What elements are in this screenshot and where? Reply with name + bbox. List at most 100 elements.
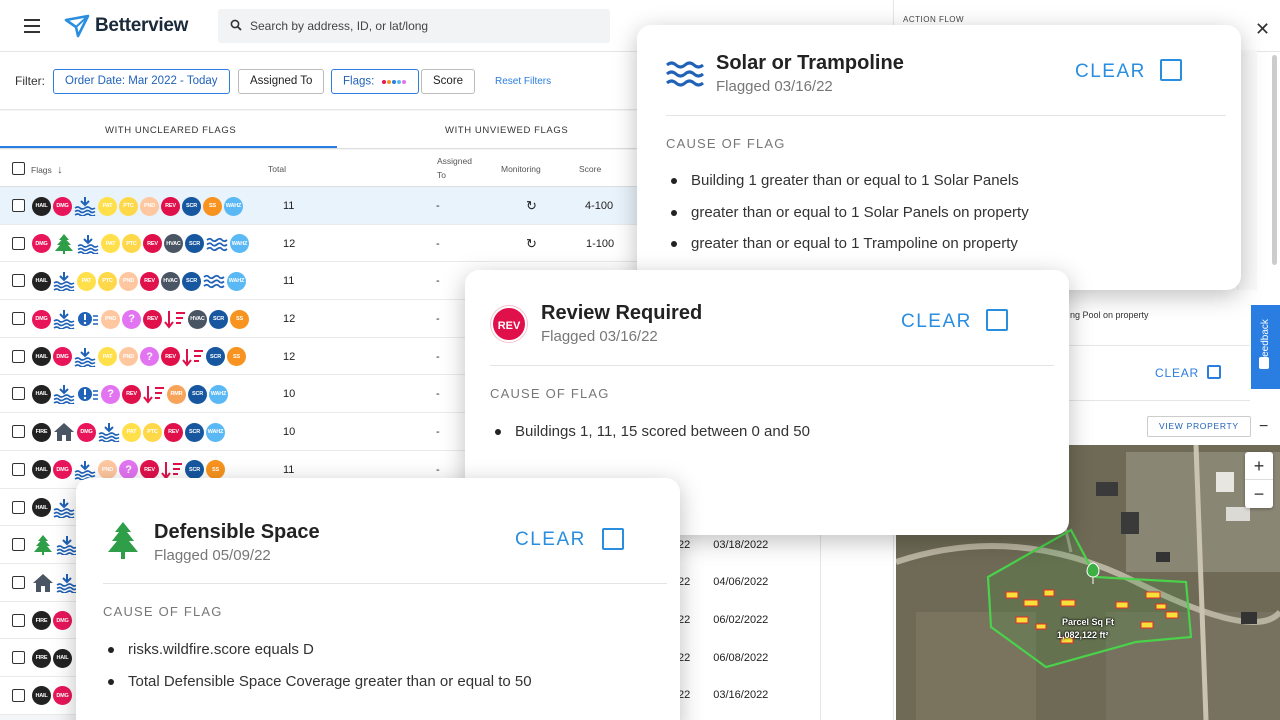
column-total[interactable]: Total [268, 164, 286, 174]
row-checkbox[interactable] [12, 349, 25, 363]
ptc-flag-icon: PTC [122, 234, 141, 254]
score-flag-icon: SCR [185, 234, 204, 254]
score-filter[interactable]: Score [421, 69, 476, 94]
score-flag-icon: SCR [188, 384, 207, 404]
order-date-filter[interactable]: Order Date: Mar 2022 - Today [53, 69, 230, 94]
row-checkbox[interactable] [12, 500, 25, 514]
table-row[interactable]: DMG PAT PTC REV HVAC SCR WAHZ 12 - ↻ 1-1… [0, 224, 640, 263]
row-checkbox[interactable] [12, 236, 25, 250]
column-monitoring[interactable]: Monitoring [501, 164, 541, 174]
fire-flag-icon: FIRE [32, 611, 51, 631]
card-title: Solar or Trampoline [716, 52, 904, 74]
row-checkbox[interactable] [12, 538, 25, 552]
flood-zone-icon [98, 423, 120, 443]
tree-icon [55, 233, 73, 254]
review-flag-icon: REV [122, 384, 141, 404]
solar-trampoline-card: Solar or Trampoline Flagged 03/16/22 CLE… [637, 25, 1241, 290]
monitoring-icon: ↻ [526, 235, 537, 251]
patio-flag-icon: PAT [122, 422, 141, 442]
collapse-icon[interactable]: − [1259, 418, 1268, 436]
table-row[interactable]: HAIL DMG PAT PTC PND REV SCR SS WAHZ 11 … [0, 187, 640, 225]
column-assigned-label: Assigned [437, 156, 472, 166]
zoom-out-button[interactable]: − [1245, 480, 1273, 508]
damage-flag-icon: DMG [77, 422, 96, 442]
wahz-flag-icon: WAHZ [224, 196, 243, 216]
defensible-space-card: Defensible Space Flagged 05/09/22 CLEAR … [76, 478, 680, 720]
scrollbar[interactable] [1272, 55, 1277, 265]
row-checkbox[interactable] [12, 462, 25, 476]
view-property-button[interactable]: VIEW PROPERTY [1147, 416, 1251, 437]
ptc-flag-icon: PTC [143, 422, 162, 442]
assigned-cell: - [436, 200, 440, 212]
cause-item: greater than or equal to 1 Trampoline on… [666, 235, 1029, 267]
row-checkbox[interactable] [12, 575, 25, 589]
row-checkbox[interactable] [12, 613, 25, 627]
ss-flag-icon: SS [203, 196, 222, 216]
divider [103, 583, 667, 584]
clear-checkbox[interactable] [602, 528, 624, 550]
hail-flag-icon: HAIL [32, 271, 51, 291]
flags-filter[interactable]: Flags: [331, 69, 419, 94]
monitoring-icon: ↻ [526, 198, 537, 213]
assigned-cell: - [436, 275, 440, 288]
row-checkbox[interactable] [12, 274, 25, 288]
total-cell: 10 [283, 426, 296, 439]
logo[interactable]: Betterview [64, 14, 188, 38]
row-checkbox[interactable] [12, 387, 25, 401]
flag-list: FIRE HAIL [32, 648, 72, 668]
tree-icon [34, 535, 52, 556]
tab-uncleared-flags[interactable]: WITH UNCLEARED FLAGS [105, 125, 236, 136]
close-icon[interactable]: ✕ [1255, 19, 1270, 40]
flag-list: HAIL DMG PAT PTC PND REV SCR SS WAHZ [32, 196, 243, 216]
select-all-checkbox[interactable] [12, 162, 25, 175]
column-assigned-to[interactable]: Assigned To [437, 156, 472, 184]
assigned-to-filter[interactable]: Assigned To [238, 69, 325, 94]
divider [490, 365, 1054, 366]
row-checkbox[interactable] [12, 425, 25, 439]
column-flags-label: Flags [31, 165, 52, 175]
column-flags[interactable]: Flags ↓ [31, 164, 63, 176]
card-flagged-date: Flagged 05/09/22 [154, 547, 271, 564]
damage-flag-icon: DMG [53, 460, 72, 480]
score-cell: 1-100 [586, 237, 615, 250]
flag-list: HAIL DMG PAT PND ? REV SCR SS [32, 347, 246, 367]
date-cell-row: 22 04/06/2022 [678, 576, 769, 588]
search-input[interactable] [250, 9, 600, 43]
clear-checkbox[interactable] [1160, 59, 1182, 81]
review-flag-icon: REV [143, 309, 162, 329]
cause-of-flag-heading: CAUSE OF FLAG [490, 386, 610, 401]
row-checkbox[interactable] [12, 199, 25, 212]
map-zoom-control: + − [1245, 452, 1273, 508]
clear-button[interactable]: CLEAR [515, 529, 586, 551]
score-flag-icon: SCR [206, 347, 225, 367]
pond-flag-icon: PND [119, 271, 138, 291]
clear-checkbox[interactable] [1207, 365, 1221, 379]
reset-filters-link[interactable]: Reset Filters [495, 76, 551, 87]
hail-flag-icon: HAIL [32, 384, 51, 404]
row-checkbox[interactable] [12, 651, 25, 665]
flood-zone-icon [53, 385, 75, 405]
zoom-in-button[interactable]: + [1245, 452, 1273, 480]
clear-checkbox[interactable] [986, 309, 1008, 331]
question-flag-icon: ? [140, 347, 159, 367]
cause-item: Building 1 greater than or equal to 1 So… [666, 172, 1029, 204]
feedback-tab[interactable]: Feedback [1251, 305, 1280, 389]
row-checkbox[interactable] [12, 688, 25, 702]
row-checkbox[interactable] [12, 312, 25, 326]
search-bar[interactable] [218, 9, 610, 43]
damage-flag-icon: DMG [53, 611, 72, 631]
assigned-cell: - [436, 350, 440, 363]
column-to-label: To [437, 170, 446, 180]
clear-button[interactable]: CLEAR [901, 311, 972, 333]
clear-button[interactable]: CLEAR [1075, 61, 1146, 83]
flag-list: FIRE DMG [32, 611, 72, 631]
hvac-flag-icon: HVAC [188, 309, 207, 329]
column-score[interactable]: Score [579, 164, 601, 174]
total-cell: 12 [283, 350, 296, 363]
flood-zone-icon [53, 498, 75, 518]
tab-unviewed-flags[interactable]: WITH UNVIEWED FLAGS [445, 125, 568, 136]
clear-button[interactable]: CLEAR [1155, 366, 1199, 380]
menu-icon[interactable] [24, 19, 40, 33]
flag-list: HAIL ? REV RMR SCR WAHZ [32, 384, 228, 405]
assigned-cell: - [436, 313, 440, 326]
